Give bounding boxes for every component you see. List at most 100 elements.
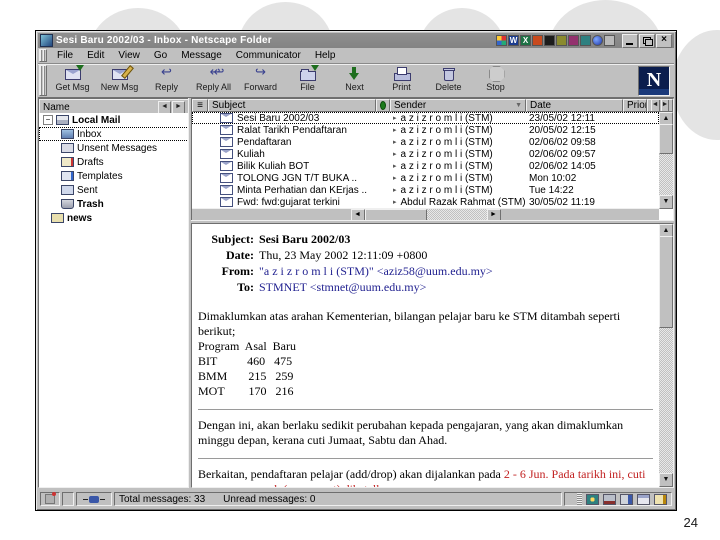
column-left-icon[interactable]: ◄ — [158, 100, 171, 114]
message-sender: a z i z r o m l i (STM) — [400, 112, 493, 124]
scroll-down-icon[interactable]: ▼ — [659, 195, 673, 209]
message-row[interactable]: Minta Perhatian dan KErjas .. ▸ a z i z r… — [192, 184, 659, 196]
message-date-value: Thu, 23 May 2002 12:11:09 +0800 — [259, 248, 428, 262]
message-to-link[interactable]: STMNET <stmnet@uum.edu.my> — [259, 280, 653, 295]
stop-button[interactable]: Stop — [472, 64, 519, 97]
composer-icon[interactable] — [654, 493, 667, 505]
next-button[interactable]: Next — [331, 64, 378, 97]
subject-column-header[interactable]: Subject — [208, 99, 376, 112]
reply-button[interactable]: ↩ Reply — [143, 64, 190, 97]
print-button[interactable]: Print — [378, 64, 425, 97]
collapse-icon[interactable]: − — [43, 115, 53, 125]
message-subject: Pendaftaran — [237, 136, 292, 148]
menu-communicator[interactable]: Communicator — [230, 49, 307, 62]
reply-all-button[interactable]: ↩↩ Reply All — [190, 64, 237, 97]
status-segment — [62, 492, 74, 506]
file-button[interactable]: File — [284, 64, 331, 97]
component-bar-grip[interactable] — [577, 493, 582, 505]
minimize-button[interactable] — [622, 33, 638, 48]
office-icon[interactable] — [496, 35, 507, 46]
sort-indicator-icon: ▼ — [515, 102, 522, 109]
sidebar-item-news[interactable]: news — [39, 211, 189, 225]
sidebar-item-local-mail[interactable]: − Local Mail — [39, 113, 189, 127]
sidebar-item-trash[interactable]: Trash — [39, 197, 189, 211]
message-row[interactable]: Sesi Baru 2002/03 ▸ a z i z r o m l i (ST… — [192, 112, 659, 124]
online-status[interactable] — [76, 492, 112, 506]
sender-column-header[interactable]: Sender ▼ — [390, 99, 526, 112]
delete-button[interactable]: Delete — [425, 64, 472, 97]
envelope-icon — [220, 137, 233, 147]
message-date: 02/06/02 09:58 — [529, 136, 596, 148]
name-column-header[interactable]: Name — [43, 102, 70, 113]
sent-icon — [61, 185, 74, 195]
sender-marker-icon: ▸ — [393, 139, 397, 146]
menu-view[interactable]: View — [112, 49, 146, 62]
message-subject: Kuliah — [237, 148, 265, 160]
menu-edit[interactable]: Edit — [81, 49, 110, 62]
photodraw-icon[interactable] — [568, 35, 579, 46]
publisher-icon[interactable] — [580, 35, 591, 46]
unread-messages: Unread messages: 0 — [223, 493, 316, 505]
toolbar-grip[interactable] — [39, 49, 47, 62]
sidebar-item-drafts[interactable]: Drafts — [39, 155, 189, 169]
column-right-icon[interactable]: ► — [660, 100, 670, 111]
message-row[interactable]: Kuliah ▸ a z i z r o m l i (STM) 02/06/02… — [192, 148, 659, 160]
title-bar[interactable]: Sesi Baru 2002/03 - Inbox - Netscape Fol… — [38, 33, 674, 48]
message-subject: Fwd: fwd:gujarat terkini — [237, 196, 340, 208]
access-icon[interactable] — [544, 35, 555, 46]
list-scrollbar[interactable]: ▲ ▼ — [659, 112, 673, 209]
message-date: 02/06/02 14:05 — [529, 160, 596, 172]
templates-icon — [61, 171, 74, 181]
sidebar-item-templates[interactable]: Templates — [39, 169, 189, 183]
messenger-icon[interactable] — [592, 35, 603, 46]
message-row[interactable]: Fwd: fwd:gujarat terkini ▸ Abdul Razak Ra… — [192, 196, 659, 208]
scrollbar-thumb[interactable] — [659, 124, 673, 154]
flag-column-header[interactable] — [376, 99, 390, 112]
list-menu-icon[interactable] — [192, 99, 208, 112]
green-dot-icon — [380, 101, 386, 110]
sidebar-item-inbox[interactable]: Inbox — [39, 127, 189, 141]
forward-button[interactable]: ↪ Forward — [237, 64, 284, 97]
addressbook-icon[interactable] — [637, 493, 650, 505]
scroll-down-icon[interactable]: ▼ — [659, 473, 673, 487]
menu-go[interactable]: Go — [148, 49, 173, 62]
menu-message[interactable]: Message — [175, 49, 228, 62]
priority-column-header[interactable]: Priority — [623, 99, 647, 112]
get-msg-icon — [63, 65, 84, 81]
message-date: 23/05/02 12:11 — [529, 112, 595, 124]
sidebar-item-unsent[interactable]: Unsent Messages — [39, 141, 189, 155]
outlook-icon[interactable] — [556, 35, 567, 46]
menu-file[interactable]: File — [51, 49, 79, 62]
new-msg-icon — [110, 65, 134, 81]
message-row[interactable]: Pendaftaran ▸ a z i z r o m l i (STM) 02/… — [192, 136, 659, 148]
navigator-icon[interactable] — [586, 493, 599, 505]
body-paragraph: Berkaitan, pendaftaran pelajar (add/drop… — [198, 467, 646, 481]
message-from-link[interactable]: "a z i z r o m l i (STM)" <aziz58@uum.ed… — [259, 264, 653, 279]
get-msg-button[interactable]: Get Msg — [49, 64, 96, 97]
menu-help[interactable]: Help — [309, 49, 342, 62]
powerpoint-icon[interactable] — [532, 35, 543, 46]
message-date: 20/05/02 12:15 — [529, 124, 596, 136]
word-icon[interactable] — [508, 35, 519, 46]
netscape-logo[interactable]: N — [638, 66, 670, 96]
scrollbar-thumb[interactable] — [659, 236, 673, 328]
toolbar-grip[interactable] — [39, 65, 47, 96]
column-right-icon[interactable]: ► — [172, 100, 185, 114]
message-row[interactable]: Bilik Kuliah BOT ▸ a z i z r o m l i (STM… — [192, 160, 659, 172]
excel-icon[interactable] — [520, 35, 531, 46]
sidebar-item-sent[interactable]: Sent — [39, 183, 189, 197]
mailbox-icon[interactable] — [603, 493, 616, 505]
discussions-icon[interactable] — [620, 493, 633, 505]
security-status[interactable] — [40, 492, 60, 506]
message-row[interactable]: Ralat Tarikh Pendaftaran ▸ a z i z r o m … — [192, 124, 659, 136]
new-msg-button[interactable]: New Msg — [96, 64, 143, 97]
highlighted-text: 2 - 6 Jun. Pada tarikh ini, cuti — [503, 467, 646, 481]
message-row[interactable]: TOLONG JGN T/T BUKA .. ▸ a z i z r o m l … — [192, 172, 659, 184]
restore-button[interactable] — [639, 33, 655, 48]
message-scrollbar[interactable]: ▲ ▼ — [659, 224, 673, 487]
date-column-header[interactable]: Date — [526, 99, 623, 112]
sender-marker-icon: ▸ — [393, 175, 397, 182]
notes-icon[interactable] — [604, 35, 615, 46]
close-button[interactable] — [656, 33, 672, 48]
column-left-icon[interactable]: ◄ — [650, 100, 660, 111]
